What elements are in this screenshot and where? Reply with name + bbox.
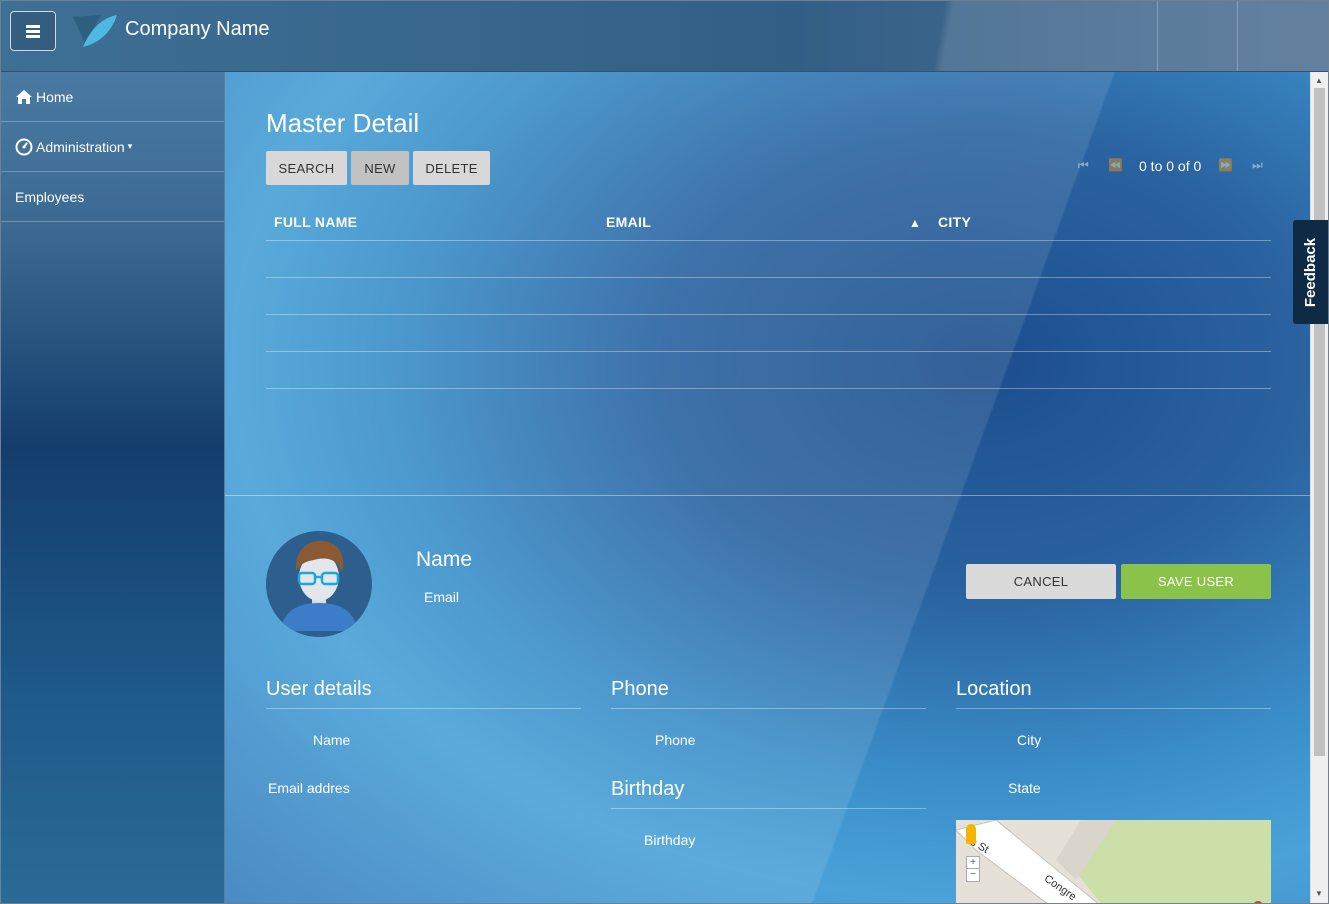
section-divider	[611, 808, 926, 809]
city-field[interactable]: City	[1017, 732, 1041, 748]
sidebar: Home Administration ▾ Employees	[1, 72, 225, 903]
first-page-icon[interactable]: ⏮	[1078, 158, 1089, 173]
company-logo	[73, 15, 117, 47]
sidebar-item-administration[interactable]: Administration ▾	[1, 122, 224, 172]
sidebar-item-employees[interactable]: Employees	[1, 172, 224, 222]
user-avatar-image	[280, 540, 358, 631]
column-header-email[interactable]: EMAIL	[606, 214, 651, 230]
chevron-down-icon: ▾	[127, 141, 133, 151]
scroll-down-icon[interactable]: ▼	[1315, 889, 1323, 898]
company-name: Company Name	[125, 18, 270, 40]
scrollbar-thumb[interactable]	[1314, 88, 1325, 756]
dashboard-icon	[15, 138, 33, 156]
main-content: Master Detail SEARCH NEW DELETE ⏮ ⏪ 0 to…	[225, 72, 1310, 903]
vertical-scrollbar[interactable]: ▲ ▼	[1310, 72, 1328, 903]
map-tiles	[956, 820, 1271, 903]
cancel-button[interactable]: CANCEL	[966, 564, 1116, 599]
section-title-birthday: Birthday	[611, 778, 685, 800]
table-row[interactable]	[266, 277, 1271, 278]
sidebar-item-home[interactable]: Home	[1, 72, 224, 122]
home-icon	[15, 89, 33, 105]
hamburger-icon	[26, 24, 40, 38]
pegman-icon[interactable]	[966, 824, 976, 844]
scroll-up-icon[interactable]: ▲	[1315, 76, 1323, 85]
previous-page-icon[interactable]: ⏪	[1108, 158, 1123, 172]
detail-email: Email	[424, 589, 460, 605]
section-divider	[611, 708, 926, 709]
feedback-label: Feedback	[1302, 237, 1320, 307]
app-window: Company Name Home Administration ▾ Emplo…	[0, 0, 1329, 904]
sidebar-item-label: Employees	[15, 188, 85, 205]
top-header: Company Name	[1, 1, 1328, 72]
table-row[interactable]	[266, 351, 1271, 352]
section-title-user-details: User details	[266, 678, 372, 700]
pager-summary: 0 to 0 of 0	[1139, 158, 1202, 174]
table-row[interactable]	[266, 388, 1271, 389]
column-header-city[interactable]: CITY	[938, 214, 971, 230]
section-divider	[225, 495, 1310, 496]
sidebar-item-label: Administration	[36, 138, 125, 155]
menu-toggle-button[interactable]	[10, 11, 56, 51]
sidebar-item-label: Home	[36, 88, 74, 105]
header-sheen	[901, 1, 1328, 71]
background-sheen	[225, 72, 1310, 903]
feedback-tab[interactable]: Feedback	[1293, 220, 1328, 324]
name-field[interactable]: Name	[313, 732, 350, 748]
section-divider	[956, 708, 1271, 709]
table-row[interactable]	[266, 314, 1271, 315]
save-user-button[interactable]: SAVE USER	[1121, 564, 1271, 599]
table-row[interactable]	[266, 240, 1271, 241]
avatar	[266, 531, 372, 637]
search-button[interactable]: SEARCH	[266, 151, 347, 185]
location-map[interactable]: s St Congre + −	[956, 820, 1271, 903]
delete-button[interactable]: DELETE	[413, 151, 490, 185]
zoom-out-button[interactable]: −	[966, 868, 980, 882]
column-header-full-name[interactable]: FULL NAME	[274, 214, 357, 230]
email-field[interactable]: Email addres	[268, 780, 350, 796]
header-divider	[1157, 1, 1158, 71]
section-title-location: Location	[956, 678, 1032, 700]
section-title-phone: Phone	[611, 678, 669, 700]
new-button[interactable]: NEW	[351, 151, 409, 185]
page-title: Master Detail	[266, 108, 420, 138]
header-divider	[1237, 1, 1238, 71]
birthday-field[interactable]: Birthday	[644, 832, 695, 848]
last-page-icon[interactable]: ⏭	[1252, 158, 1263, 173]
next-page-icon[interactable]: ⏩	[1218, 158, 1233, 172]
sort-ascending-icon[interactable]: ▲	[909, 216, 921, 230]
section-divider	[266, 708, 581, 709]
phone-field[interactable]: Phone	[655, 732, 695, 748]
detail-name: Name	[416, 548, 473, 571]
state-field[interactable]: State	[1008, 780, 1041, 796]
